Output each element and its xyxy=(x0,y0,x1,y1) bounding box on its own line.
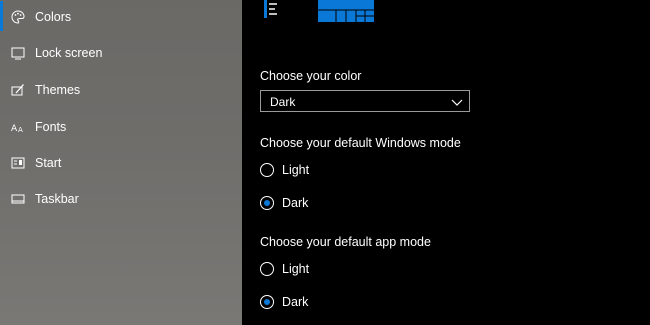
active-indicator xyxy=(0,1,3,31)
app-mode-heading: Choose your default app mode xyxy=(260,235,431,249)
app-mode-dark-radio[interactable]: Dark xyxy=(260,294,400,312)
svg-text:A: A xyxy=(11,124,18,134)
theme-preview-tiles xyxy=(318,0,374,22)
sidebar-item-taskbar[interactable]: Taskbar xyxy=(0,183,242,215)
radio-selected-dot xyxy=(264,200,270,206)
sidebar-item-start[interactable]: Start xyxy=(0,147,242,179)
taskbar-icon xyxy=(11,192,25,206)
radio-circle xyxy=(260,163,274,177)
sidebar-item-fonts[interactable]: AA Fonts xyxy=(0,111,242,143)
colors-settings-page: Choose your color Dark Choose your defau… xyxy=(242,0,650,325)
sidebar-item-label: Lock screen xyxy=(35,46,103,60)
sidebar-item-colors[interactable]: Colors xyxy=(0,1,242,33)
start-icon xyxy=(11,156,25,170)
sidebar-item-label: Fonts xyxy=(35,120,67,134)
svg-text:A: A xyxy=(18,126,23,134)
fonts-icon: AA xyxy=(11,120,25,134)
palette-icon xyxy=(11,10,25,24)
lock-screen-icon xyxy=(11,46,25,60)
sidebar-item-lock-screen[interactable]: Lock screen xyxy=(0,37,242,69)
dropdown-selected-value: Dark xyxy=(270,95,296,109)
sidebar-item-themes[interactable]: Themes xyxy=(0,74,242,106)
windows-mode-dark-radio[interactable]: Dark xyxy=(260,195,400,213)
radio-circle xyxy=(260,196,274,210)
theme-preview-list xyxy=(264,0,278,18)
windows-mode-heading: Choose your default Windows mode xyxy=(260,136,461,150)
radio-label: Light xyxy=(282,163,310,177)
color-mode-dropdown[interactable]: Dark xyxy=(260,90,470,112)
settings-sidebar: Colors Lock screen Themes AA Fonts Start… xyxy=(0,0,242,325)
sidebar-item-label: Themes xyxy=(35,83,81,97)
sidebar-item-label: Taskbar xyxy=(35,192,79,206)
radio-label: Light xyxy=(282,262,310,276)
sidebar-item-label: Colors xyxy=(35,10,72,24)
chevron-down-icon xyxy=(451,95,463,107)
radio-selected-dot xyxy=(264,299,270,305)
radio-label: Dark xyxy=(282,196,309,210)
radio-circle xyxy=(260,295,274,309)
radio-circle xyxy=(260,262,274,276)
radio-label: Dark xyxy=(282,295,309,309)
windows-mode-light-radio[interactable]: Light xyxy=(260,162,400,180)
sidebar-item-label: Start xyxy=(35,156,62,170)
brush-icon xyxy=(11,83,25,97)
app-mode-light-radio[interactable]: Light xyxy=(260,261,400,279)
choose-color-heading: Choose your color xyxy=(260,69,362,83)
